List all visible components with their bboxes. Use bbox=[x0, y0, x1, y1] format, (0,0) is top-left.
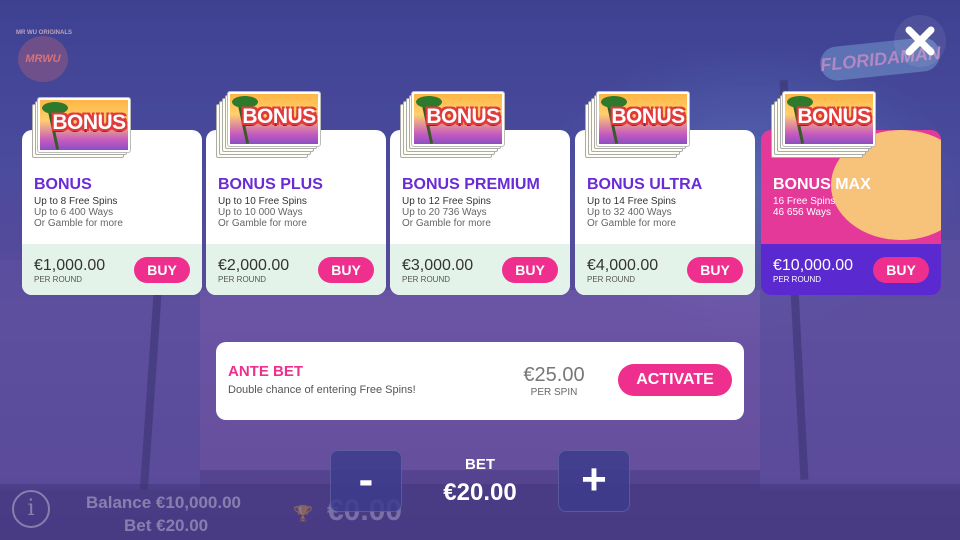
ante-bet-panel: ANTE BET Double chance of entering Free … bbox=[216, 342, 744, 420]
buy-button[interactable]: BUY bbox=[502, 257, 558, 283]
activate-button[interactable]: ACTIVATE bbox=[618, 364, 732, 396]
bonus-gamble-note: Or Gamble for more bbox=[587, 218, 676, 229]
bonus-free-spins: 16 Free Spins bbox=[773, 196, 836, 207]
bonus-title: BONUS bbox=[34, 176, 92, 193]
bonus-ticket: BONUS bbox=[597, 92, 689, 146]
bonus-gamble-note: Or Gamble for more bbox=[34, 218, 123, 229]
bonus-ticket-stack: BONUS bbox=[585, 90, 700, 160]
bonus-title: BONUS MAX bbox=[773, 176, 871, 193]
bonus-per-round: PER ROUND bbox=[587, 275, 636, 284]
bonus-free-spins: Up to 14 Free Spins bbox=[587, 196, 676, 207]
bonus-price: €3,000.00 bbox=[402, 257, 474, 274]
close-button[interactable] bbox=[894, 15, 946, 67]
buy-button[interactable]: BUY bbox=[134, 257, 190, 283]
ante-bet-value: €25.00 bbox=[523, 364, 585, 386]
bet-title: BET bbox=[465, 456, 495, 473]
bonus-free-spins: Up to 12 Free Spins bbox=[402, 196, 491, 207]
bonus-title: BONUS PLUS bbox=[218, 176, 323, 193]
bonus-per-round: PER ROUND bbox=[34, 275, 83, 284]
bonus-per-round: PER ROUND bbox=[218, 275, 267, 284]
buy-button[interactable]: BUY bbox=[687, 257, 743, 283]
bonus-ways: Up to 10 000 Ways bbox=[218, 207, 303, 218]
bonus-price: €1,000.00 bbox=[34, 257, 106, 274]
buy-button[interactable]: BUY bbox=[318, 257, 374, 283]
bonus-ticket: BONUS bbox=[783, 92, 875, 146]
close-icon bbox=[905, 26, 935, 56]
bonus-free-spins: Up to 8 Free Spins bbox=[34, 196, 118, 207]
bonus-ticket: BONUS bbox=[412, 92, 504, 146]
buy-button[interactable]: BUY bbox=[873, 257, 929, 283]
bonus-price: €10,000.00 bbox=[773, 257, 854, 274]
bonus-title: BONUS ULTRA bbox=[587, 176, 703, 193]
bonus-ways: Up to 20 736 Ways bbox=[402, 207, 487, 218]
bonus-title: BONUS PREMIUM bbox=[402, 176, 540, 193]
bonus-free-spins: Up to 10 Free Spins bbox=[218, 196, 307, 207]
bonus-price: €2,000.00 bbox=[218, 257, 290, 274]
bonus-ticket-stack: BONUS bbox=[32, 90, 147, 160]
ticket-label: BONUS bbox=[52, 111, 126, 134]
ante-bet-description: Double chance of entering Free Spins! bbox=[228, 384, 416, 396]
bet-display: Bet €20.00 bbox=[124, 516, 209, 535]
bonus-price: €4,000.00 bbox=[587, 257, 659, 274]
ante-bet-per-spin: PER SPIN bbox=[530, 387, 578, 398]
bonus-ways: Up to 6 400 Ways bbox=[34, 207, 114, 218]
balance-display: Balance €10,000.00 bbox=[86, 493, 242, 512]
bonus-per-round: PER ROUND bbox=[402, 275, 451, 284]
bonus-ticket-stack: BONUS bbox=[771, 90, 886, 160]
game-logo: MRWU bbox=[18, 36, 68, 82]
ticket-label: BONUS bbox=[797, 105, 871, 128]
bonus-ways: Up to 32 400 Ways bbox=[587, 207, 672, 218]
ticket-label: BONUS bbox=[242, 105, 316, 128]
bonus-ticket-stack: BONUS bbox=[216, 90, 331, 160]
increase-bet-button[interactable]: + bbox=[558, 450, 630, 512]
bonus-ways: 46 656 Ways bbox=[773, 207, 831, 218]
ante-bet-title: ANTE BET bbox=[228, 363, 303, 380]
bonus-gamble-note: Or Gamble for more bbox=[402, 218, 491, 229]
info-icon[interactable]: i bbox=[12, 490, 50, 528]
ticket-label: BONUS bbox=[611, 105, 685, 128]
trophy-icon: 🏆 bbox=[293, 506, 313, 523]
bonus-gamble-note: Or Gamble for more bbox=[218, 218, 307, 229]
bonus-per-round: PER ROUND bbox=[773, 275, 822, 284]
ticket-label: BONUS bbox=[426, 105, 500, 128]
bonus-ticket-stack: BONUS bbox=[400, 90, 515, 160]
bonus-ticket: BONUS bbox=[228, 92, 320, 146]
decrease-bet-button[interactable]: - bbox=[330, 450, 402, 512]
bonus-ticket: BONUS bbox=[38, 98, 130, 152]
bet-value: €20.00 bbox=[443, 479, 517, 506]
